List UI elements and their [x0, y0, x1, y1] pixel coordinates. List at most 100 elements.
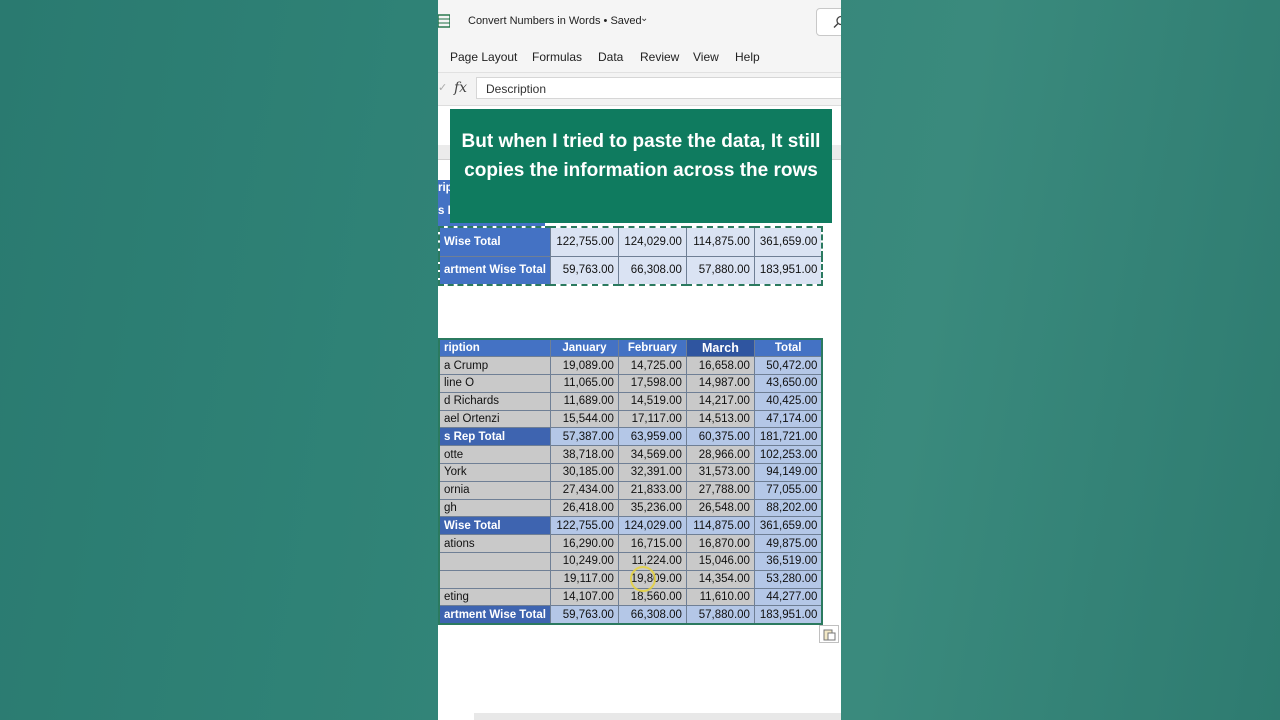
table-cell[interactable]: Wise Total: [438, 226, 551, 257]
value-cell[interactable]: 10,249.00: [549, 552, 619, 571]
value-cell[interactable]: 53,280.00: [753, 569, 823, 589]
value-cell[interactable]: 14,354.00: [685, 569, 755, 589]
value-cell[interactable]: 34,569.00: [617, 445, 687, 465]
horizontal-scrollbar[interactable]: [474, 713, 841, 720]
value-cell[interactable]: 124,029.00: [617, 516, 687, 536]
row-label-cell[interactable]: line O: [438, 374, 551, 393]
row-label-cell[interactable]: gh: [438, 498, 551, 518]
header-total[interactable]: Total: [753, 338, 823, 358]
value-cell[interactable]: 36,519.00: [753, 552, 823, 571]
value-cell[interactable]: 27,788.00: [685, 480, 755, 500]
chevron-down-icon[interactable]: ⌄: [640, 13, 648, 24]
table-cell[interactable]: 114,875.00: [685, 226, 755, 257]
value-cell[interactable]: 35,236.00: [617, 498, 687, 518]
table-cell[interactable]: 57,880.00: [685, 255, 755, 286]
value-cell[interactable]: 57,880.00: [685, 605, 755, 625]
paste-options-button[interactable]: [819, 625, 839, 643]
value-cell[interactable]: 31,573.00: [685, 463, 755, 482]
row-label-cell[interactable]: [438, 569, 551, 589]
value-cell[interactable]: 66,308.00: [617, 605, 687, 625]
checkmark-icon[interactable]: ✓: [438, 81, 447, 94]
value-cell[interactable]: 102,253.00: [753, 445, 823, 465]
value-cell[interactable]: 14,513.00: [685, 409, 755, 429]
value-cell[interactable]: 26,548.00: [685, 498, 755, 518]
table-cell[interactable]: 66,308.00: [617, 255, 687, 286]
value-cell[interactable]: 16,870.00: [685, 534, 755, 554]
value-cell[interactable]: 21,833.00: [617, 480, 687, 500]
value-cell[interactable]: 60,375.00: [685, 427, 755, 447]
value-cell[interactable]: 18,560.00: [617, 587, 687, 607]
value-cell[interactable]: 57,387.00: [549, 427, 619, 447]
row-label-cell[interactable]: Wise Total: [438, 516, 551, 536]
function-icon[interactable]: fx: [454, 80, 467, 96]
value-cell[interactable]: 32,391.00: [617, 463, 687, 482]
value-cell[interactable]: 183,951.00: [753, 605, 823, 625]
value-cell[interactable]: 122,755.00: [549, 516, 619, 536]
row-label-cell[interactable]: ael Ortenzi: [438, 409, 551, 429]
value-cell[interactable]: 26,418.00: [549, 498, 619, 518]
row-label-cell[interactable]: artment Wise Total: [438, 605, 551, 625]
row-label-cell[interactable]: York: [438, 463, 551, 482]
value-cell[interactable]: 63,959.00: [617, 427, 687, 447]
value-cell[interactable]: 38,718.00: [549, 445, 619, 465]
table-cell[interactable]: 124,029.00: [617, 226, 687, 257]
value-cell[interactable]: 14,725.00: [617, 356, 687, 376]
value-cell[interactable]: 14,107.00: [549, 587, 619, 607]
value-cell[interactable]: 27,434.00: [549, 480, 619, 500]
value-cell[interactable]: 14,217.00: [685, 391, 755, 411]
row-label-cell[interactable]: ornia: [438, 480, 551, 500]
value-cell[interactable]: 28,966.00: [685, 445, 755, 465]
menu-view[interactable]: View: [693, 50, 719, 64]
value-cell[interactable]: 59,763.00: [549, 605, 619, 625]
row-label-cell[interactable]: s Rep Total: [438, 427, 551, 447]
table-cell[interactable]: 361,659.00: [753, 226, 823, 257]
menu-help[interactable]: Help: [735, 50, 760, 64]
header-description[interactable]: ription: [438, 338, 551, 358]
table-cell[interactable]: artment Wise Total: [438, 255, 551, 286]
header-february[interactable]: February: [617, 338, 687, 358]
value-cell[interactable]: 114,875.00: [685, 516, 755, 536]
value-cell[interactable]: 15,046.00: [685, 552, 755, 571]
table-cell[interactable]: 59,763.00: [549, 255, 619, 286]
value-cell[interactable]: 19,117.00: [549, 569, 619, 589]
table-cell[interactable]: 122,755.00: [549, 226, 619, 257]
value-cell[interactable]: 15,544.00: [549, 409, 619, 429]
menu-page-layout[interactable]: Page Layout: [450, 50, 517, 64]
row-label-cell[interactable]: d Richards: [438, 391, 551, 411]
value-cell[interactable]: 94,149.00: [753, 463, 823, 482]
value-cell[interactable]: 14,987.00: [685, 374, 755, 393]
value-cell[interactable]: 17,117.00: [617, 409, 687, 429]
menu-data[interactable]: Data: [598, 50, 623, 64]
value-cell[interactable]: 50,472.00: [753, 356, 823, 376]
value-cell[interactable]: 11,224.00: [617, 552, 687, 571]
row-label-cell[interactable]: eting: [438, 587, 551, 607]
value-cell[interactable]: 40,425.00: [753, 391, 823, 411]
value-cell[interactable]: 11,689.00: [549, 391, 619, 411]
value-cell[interactable]: 16,715.00: [617, 534, 687, 554]
value-cell[interactable]: 16,290.00: [549, 534, 619, 554]
value-cell[interactable]: 14,519.00: [617, 391, 687, 411]
row-label-cell[interactable]: ations: [438, 534, 551, 554]
value-cell[interactable]: 11,610.00: [685, 587, 755, 607]
menu-formulas[interactable]: Formulas: [532, 50, 582, 64]
row-label-cell[interactable]: otte: [438, 445, 551, 465]
value-cell[interactable]: 19,089.00: [549, 356, 619, 376]
table-cell[interactable]: 183,951.00: [753, 255, 823, 286]
document-title[interactable]: Convert Numbers in Words • Saved: [468, 15, 642, 27]
value-cell[interactable]: 11,065.00: [549, 374, 619, 393]
value-cell[interactable]: 16,658.00: [685, 356, 755, 376]
value-cell[interactable]: 361,659.00: [753, 516, 823, 536]
value-cell[interactable]: 17,598.00: [617, 374, 687, 393]
row-label-cell[interactable]: a Crump: [438, 356, 551, 376]
value-cell[interactable]: 30,185.00: [549, 463, 619, 482]
value-cell[interactable]: 88,202.00: [753, 498, 823, 518]
value-cell[interactable]: 44,277.00: [753, 587, 823, 607]
row-label-cell[interactable]: [438, 552, 551, 571]
search-button[interactable]: [816, 8, 841, 36]
value-cell[interactable]: 43,650.00: [753, 374, 823, 393]
formula-input[interactable]: Description: [476, 77, 841, 99]
header-march[interactable]: March: [685, 338, 755, 358]
value-cell[interactable]: 181,721.00: [753, 427, 823, 447]
value-cell[interactable]: 47,174.00: [753, 409, 823, 429]
value-cell[interactable]: 49,875.00: [753, 534, 823, 554]
